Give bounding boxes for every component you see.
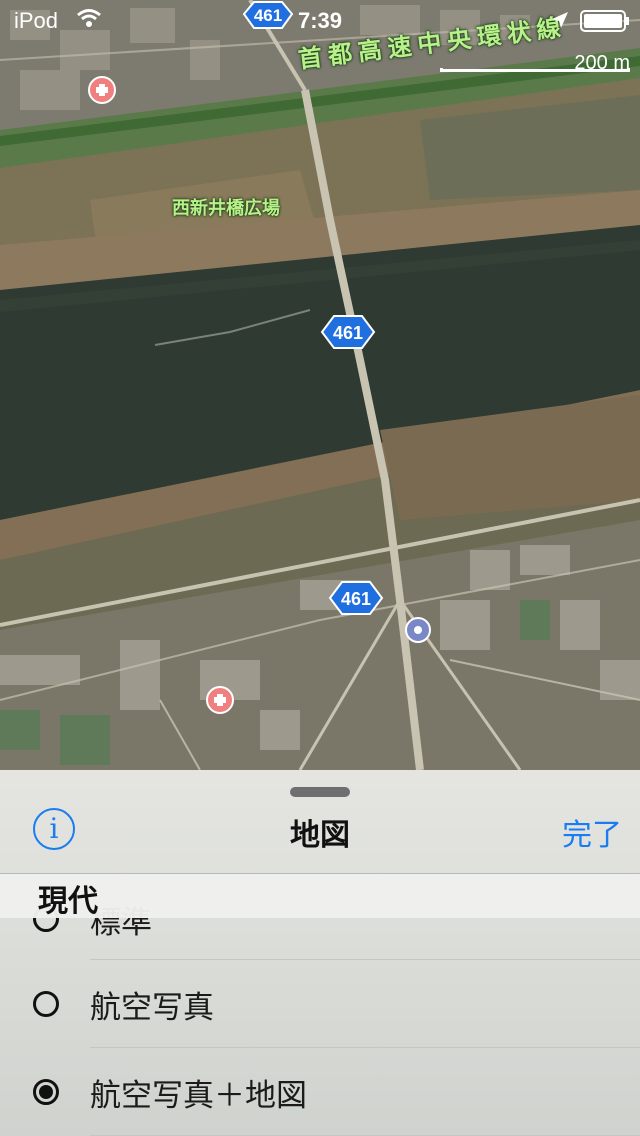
battery-icon <box>580 10 629 32</box>
hospital-icon[interactable] <box>88 76 116 104</box>
sheet-grab-handle[interactable] <box>290 787 350 797</box>
scale-bar <box>440 68 630 72</box>
route-shield[interactable]: 461 <box>328 581 384 615</box>
wifi-icon <box>77 9 101 27</box>
map-type-option-satellite[interactable]: 航空写真 <box>0 960 640 1048</box>
route-shield[interactable]: 461 <box>320 315 376 349</box>
section-title: 現代 <box>38 884 98 919</box>
location-arrow-icon <box>552 12 568 28</box>
done-button[interactable]: 完了 <box>562 810 622 854</box>
option-label: 航空写真 <box>90 990 214 1026</box>
map-type-option-hybrid[interactable]: 航空写真＋地図 <box>0 1048 640 1136</box>
radio-button-selected[interactable] <box>33 1079 59 1105</box>
status-bar: iPod 7:39 <box>0 0 640 40</box>
park-label: 西新井橋広場 <box>172 198 280 219</box>
route-shield-label: 461 <box>341 589 371 609</box>
section-header: 現代 <box>0 873 640 919</box>
route-shield-label: 461 <box>333 323 363 343</box>
carrier-label: iPod <box>14 8 59 33</box>
radio-button[interactable] <box>33 991 59 1017</box>
option-label: 航空写真＋地図 <box>90 1078 307 1114</box>
police-icon[interactable] <box>405 617 431 643</box>
hospital-icon[interactable] <box>206 686 234 714</box>
sheet-title: 地図 <box>290 818 350 853</box>
clock: 7:39 <box>298 8 343 33</box>
